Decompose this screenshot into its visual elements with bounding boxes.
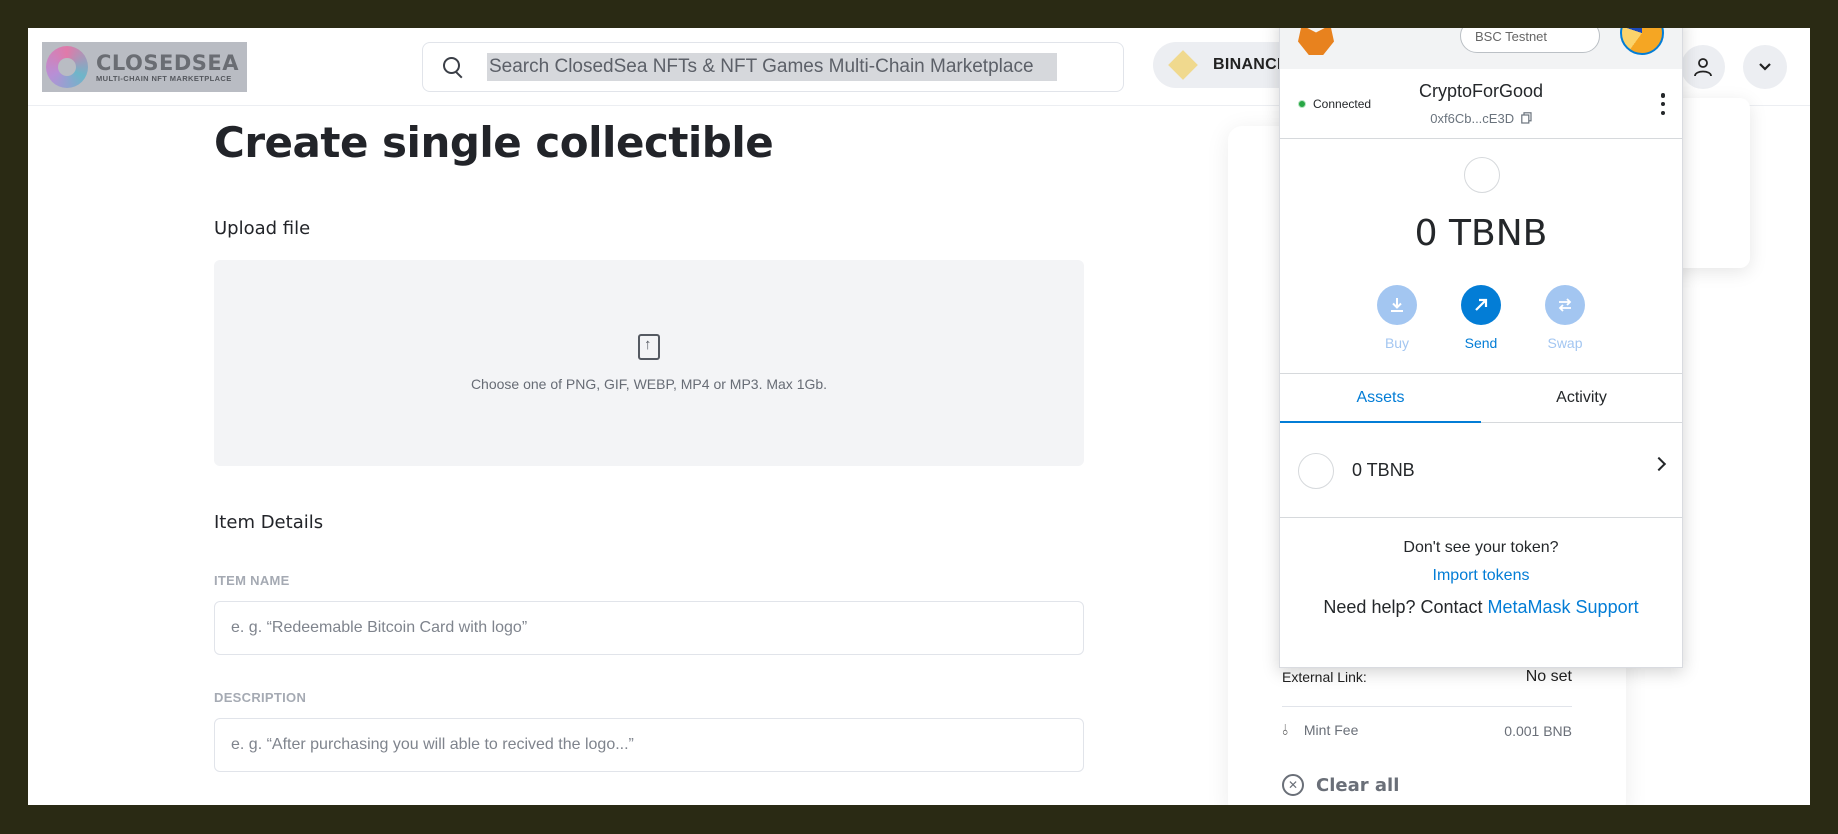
binance-icon <box>1168 50 1198 80</box>
item-name-input[interactable] <box>214 601 1084 655</box>
page-title: Create single collectible <box>214 118 774 167</box>
swap-button[interactable]: Swap <box>1544 285 1586 351</box>
send-label: Send <box>1464 335 1498 351</box>
search-bar <box>422 42 1124 92</box>
swap-label: Swap <box>1547 335 1583 351</box>
metamask-fox-icon <box>1298 28 1334 55</box>
wallet-network-selector[interactable]: BSC Testnet <box>1460 28 1600 53</box>
external-link-value: No set <box>1525 668 1572 685</box>
wallet-tabs: Assets Activity <box>1280 373 1682 423</box>
item-details-label: Item Details <box>214 512 324 533</box>
tab-activity[interactable]: Activity <box>1481 374 1682 422</box>
arrow-up-right-icon <box>1461 285 1501 325</box>
missing-token-question: Don't see your token? <box>1403 539 1559 556</box>
chevron-right-icon <box>1651 456 1667 472</box>
metamask-wallet-popup: BSC Testnet Connected CryptoForGood 0xf6… <box>1279 28 1683 668</box>
mint-fee-icon: ⫰ <box>1282 722 1289 739</box>
clear-all-button[interactable]: ✕ Clear all <box>1282 774 1399 796</box>
wallet-network-label: BSC Testnet <box>1475 28 1548 44</box>
account-address-row[interactable]: 0xf6Cb...cE3D <box>1280 111 1682 126</box>
wallet-actions: Buy Send Swap <box>1280 285 1682 351</box>
logo-text: CLOSEDSEA MULTI-CHAIN NFT MARKETPLACE <box>96 52 239 83</box>
file-upload-dropzone[interactable]: Choose one of PNG, GIF, WEBP, MP4 or MP3… <box>214 260 1084 466</box>
logo-title: CLOSEDSEA <box>96 50 240 75</box>
item-name-label: ITEM NAME <box>214 573 290 588</box>
preview-divider <box>1282 706 1572 707</box>
close-circle-icon: ✕ <box>1282 774 1304 796</box>
app-frame: CLOSEDSEA MULTI-CHAIN NFT MARKETPLACE BI… <box>28 28 1810 805</box>
send-button[interactable]: Send <box>1460 285 1502 351</box>
token-logo-icon <box>1464 157 1500 193</box>
help-prefix: Need help? Contact <box>1323 597 1488 617</box>
metamask-support-link[interactable]: MetaMask Support <box>1488 597 1639 617</box>
buy-label: Buy <box>1384 335 1410 351</box>
asset-list-item[interactable]: 0 TBNB <box>1280 424 1682 518</box>
wallet-account-avatar[interactable] <box>1620 28 1664 55</box>
external-link-row: External Link: No set <box>1282 668 1572 686</box>
description-input[interactable] <box>214 718 1084 772</box>
external-link-label: External Link: <box>1282 669 1367 685</box>
upload-file-label: Upload file <box>214 218 311 239</box>
wallet-topbar: BSC Testnet <box>1280 28 1682 69</box>
account-address: 0xf6Cb...cE3D <box>1430 111 1515 126</box>
account-options-kebab-icon[interactable] <box>1660 93 1666 115</box>
network-label: BINANCE <box>1213 56 1288 73</box>
asset-logo-icon <box>1298 452 1334 489</box>
upload-hint: Choose one of PNG, GIF, WEBP, MP4 or MP3… <box>470 376 828 392</box>
search-icon[interactable] <box>441 55 465 79</box>
chevron-down-icon <box>1759 63 1771 71</box>
download-icon <box>1377 285 1417 325</box>
user-icon <box>1694 58 1712 77</box>
file-upload-icon <box>638 334 660 360</box>
search-input[interactable] <box>487 53 1057 81</box>
mint-fee-label: Mint Fee <box>1303 722 1359 738</box>
clear-all-label: Clear all <box>1316 774 1400 796</box>
buy-button[interactable]: Buy <box>1376 285 1418 351</box>
logo-mark-icon <box>46 46 88 88</box>
tab-assets[interactable]: Assets <box>1280 374 1481 423</box>
account-name[interactable]: CryptoForGood <box>1280 81 1682 102</box>
copy-icon <box>1520 112 1532 124</box>
closedsea-logo[interactable]: CLOSEDSEA MULTI-CHAIN NFT MARKETPLACE <box>42 42 247 92</box>
user-profile-button[interactable] <box>1681 45 1725 89</box>
swap-icon <box>1545 285 1585 325</box>
mint-fee-value: 0.001 BNB <box>1504 722 1572 739</box>
mint-fee-row: ⫰ Mint Fee 0.001 BNB <box>1282 722 1572 739</box>
wallet-balance: 0 TBNB <box>1414 213 1548 254</box>
help-text: Need help? Contact MetaMask Support <box>1280 597 1682 618</box>
menu-dropdown-button[interactable] <box>1743 45 1787 89</box>
description-label: DESCRIPTION <box>214 690 307 705</box>
logo-subtitle: MULTI-CHAIN NFT MARKETPLACE <box>96 73 232 83</box>
asset-balance: 0 TBNB <box>1352 460 1415 480</box>
wallet-account-header: Connected CryptoForGood 0xf6Cb...cE3D <box>1280 69 1682 139</box>
import-tokens-link[interactable]: Import tokens <box>1280 567 1682 585</box>
